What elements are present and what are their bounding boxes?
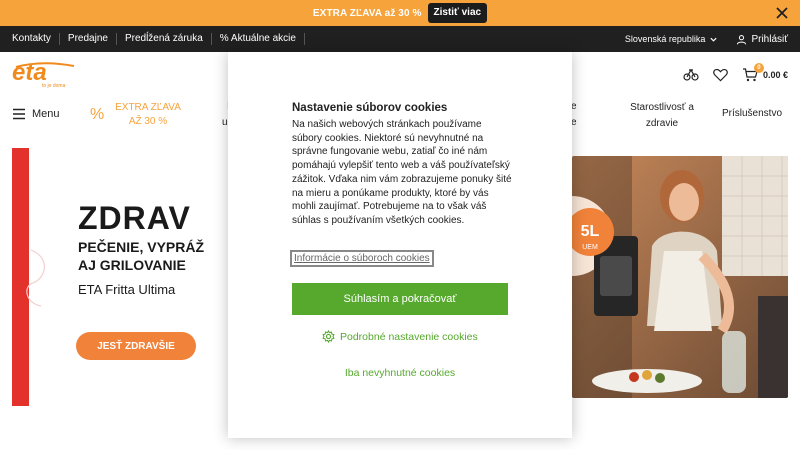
cart-count-badge: 0: [753, 63, 764, 73]
accept-cookies-button[interactable]: Súhlasím a pokračovať: [292, 283, 508, 315]
hero-cta-button[interactable]: JESŤ ZDRAVŠIE: [76, 332, 196, 360]
gear-icon: [322, 330, 335, 343]
essential-cookies-only-button[interactable]: Iba nevyhnutné cookies: [228, 367, 572, 379]
detailed-cookie-settings-button[interactable]: Podrobné nastavenie cookies: [322, 330, 478, 343]
nav-category-accessories[interactable]: Príslušenstvo: [722, 108, 782, 119]
cookie-modal-title: Nastavenie súborov cookies: [292, 102, 448, 114]
topnav-link-promotions[interactable]: % Aktuálne akcie: [212, 33, 305, 45]
close-icon[interactable]: [774, 5, 790, 21]
badge-line1: 5L: [581, 223, 600, 240]
nav-care-line1: Starostlivosť a: [630, 102, 694, 113]
hero-subtitle-line1: PEČENIE, VYPRÁŽ: [78, 239, 205, 255]
topnav-link-stores[interactable]: Predajne: [60, 33, 117, 45]
country-selector[interactable]: Slovenská republika: [625, 34, 719, 44]
heart-icon[interactable]: [713, 68, 728, 82]
menu-label: Menu: [32, 108, 60, 120]
promo-bar: EXTRA ZĽAVA až 30 % Zistiť viac: [0, 0, 800, 26]
hero-title: ZDRAV: [78, 200, 191, 236]
percent-icon: %: [90, 106, 105, 123]
nav-extra-line1: EXTRA ZĽAVA: [115, 102, 181, 113]
nav-category-care-health[interactable]: Starostlivosť a zdravie: [622, 101, 702, 131]
cookie-info-link[interactable]: Informácie o súboroch cookies: [290, 250, 434, 267]
badge-line2: UEM: [582, 244, 598, 251]
hamburger-icon: [13, 108, 25, 120]
capacity-badge: 5L UEM: [572, 208, 614, 256]
nav-care-line2: zdravie: [645, 118, 679, 129]
topnav-link-warranty[interactable]: Predĺžená záruka: [117, 33, 212, 45]
user-icon: [737, 34, 747, 44]
cart-button[interactable]: 0 0.00 €: [742, 63, 788, 82]
hero-kitchen-image: [572, 156, 788, 398]
topnav-link-contacts[interactable]: Kontakty: [0, 33, 60, 45]
hero-photo: 5L UEM: [572, 156, 788, 398]
promo-text: EXTRA ZĽAVA až 30 %: [312, 7, 422, 19]
menu-button[interactable]: Menu: [12, 108, 60, 120]
login-link[interactable]: Prihlásiť: [736, 34, 788, 45]
nav-extra-discount[interactable]: EXTRA ZĽAVA AŽ 30 %: [110, 101, 186, 129]
logo-tagline: to je doma: [42, 83, 66, 89]
hero-subtitle: PEČENIE, VYPRÁŽ AJ GRILOVANIE: [78, 238, 204, 274]
nav-extra-line2: AŽ 30 %: [128, 116, 168, 127]
eta-logo[interactable]: eta: [12, 60, 78, 84]
hero-swirl-decoration: [26, 249, 45, 307]
chevron-down-icon: [710, 37, 718, 42]
detailed-settings-label: Podrobné nastavenie cookies: [340, 330, 478, 343]
cart-total: 0.00 €: [762, 70, 788, 80]
hero-subtitle-line2: AJ GRILOVANIE: [78, 257, 186, 273]
cookie-consent-modal: Nastavenie súborov cookies Na našich web…: [228, 52, 572, 438]
country-label: Slovenská republika: [624, 34, 706, 44]
cookie-modal-body: Na našich webových stránkach používame s…: [292, 119, 512, 226]
login-label: Prihlásiť: [751, 33, 788, 45]
promo-more-button[interactable]: Zistiť viac: [427, 3, 488, 23]
compare-icon[interactable]: [683, 68, 699, 82]
hero-product-name: ETA Fritta Ultima: [78, 282, 176, 297]
top-nav: Kontakty Predajne Predĺžená záruka % Akt…: [0, 26, 800, 52]
